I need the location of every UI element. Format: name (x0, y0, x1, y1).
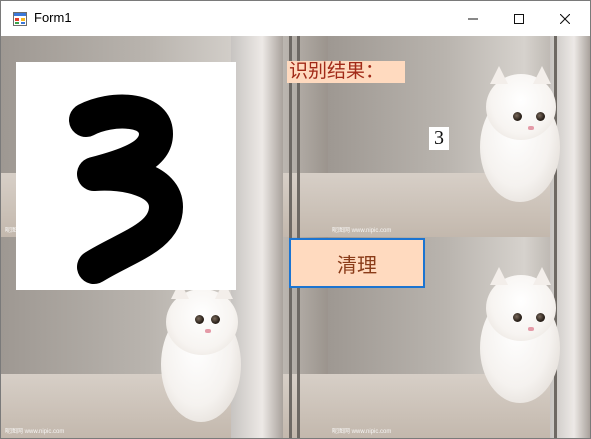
minimize-button[interactable] (450, 1, 496, 36)
watermark-text: 昵图网 www.nipic.com (5, 429, 65, 435)
form-client-area: 昵图网 www.nipic.com 昵图网 www.nipic.com 昵图网 … (1, 36, 590, 438)
close-icon (560, 13, 570, 24)
title-bar[interactable]: Form1 (1, 1, 590, 36)
result-value-label: 3 (429, 127, 449, 150)
maximize-button[interactable] (496, 1, 542, 36)
maximize-icon (514, 13, 524, 24)
result-caption-label: 识别结果： (287, 61, 405, 83)
main-window: Form1 昵图网 www.nipic.com 昵图网 www.nipic.co… (0, 0, 591, 439)
minimize-icon (468, 18, 478, 19)
clear-button[interactable]: 清理 (289, 238, 425, 288)
window-title: Form1 (34, 10, 72, 25)
watermark-text: 昵图网 www.nipic.com (332, 429, 392, 435)
handwritten-digit-stroke (69, 94, 183, 284)
watermark-text: 昵图网 www.nipic.com (332, 228, 392, 234)
clear-button-label: 清理 (337, 254, 377, 277)
drawing-canvas[interactable] (16, 62, 236, 290)
close-button[interactable] (542, 1, 588, 36)
form-app-icon (13, 12, 27, 26)
